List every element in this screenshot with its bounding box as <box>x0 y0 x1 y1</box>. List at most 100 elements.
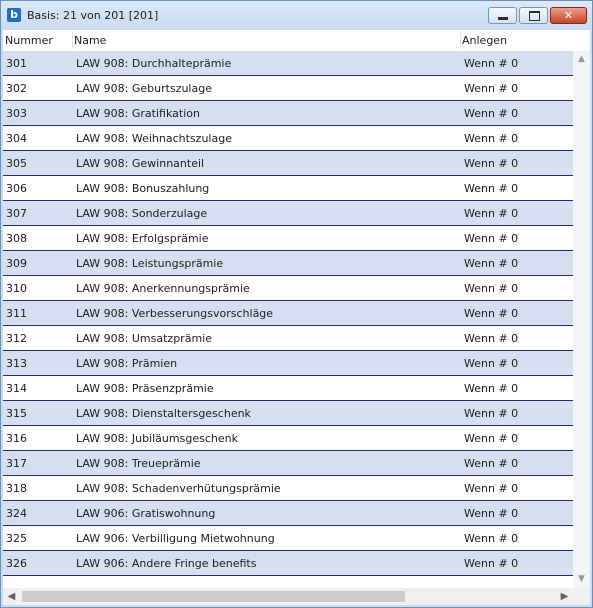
cell-anlegen: Wenn # 0 <box>464 357 519 370</box>
cell-name: LAW 908: Weihnachtszulage <box>76 132 232 145</box>
table-row[interactable]: 306 LAW 908: Bonuszahlung Wenn # 0 <box>3 176 573 201</box>
cell-name: LAW 908: Treueprämie <box>76 457 201 470</box>
column-header-anlegen[interactable]: Anlegen <box>462 34 507 47</box>
cell-name: LAW 908: Präsenzprämie <box>76 382 214 395</box>
cell-nummer: 311 <box>6 307 27 320</box>
cell-nummer: 313 <box>6 357 27 370</box>
cell-anlegen: Wenn # 0 <box>464 382 519 395</box>
horizontal-scrollbar[interactable]: ◀ ▶ <box>3 588 573 605</box>
table-row[interactable]: 311 LAW 908: Verbesserungsvorschläge Wenn … <box>3 301 573 326</box>
cell-name: LAW 908: Jubiläumsgeschenk <box>76 432 238 445</box>
cell-anlegen: Wenn # 0 <box>464 307 519 320</box>
vertical-scrollbar[interactable]: ▲ ▼ <box>573 51 590 588</box>
cell-nummer: 310 <box>6 282 27 295</box>
cell-nummer: 315 <box>6 407 27 420</box>
cell-anlegen: Wenn # 0 <box>464 182 519 195</box>
cell-name: LAW 906: Gratiswohnung <box>76 507 216 520</box>
cell-nummer: 309 <box>6 257 27 270</box>
column-header-name[interactable]: Name <box>74 34 106 47</box>
chevron-down-icon[interactable]: ▼ <box>573 571 590 588</box>
cell-name: LAW 906: Andere Fringe benefits <box>76 557 257 570</box>
table-row[interactable]: 325 LAW 906: Verbilligung Mietwohnung Wenn… <box>3 526 573 551</box>
cell-anlegen: Wenn # 0 <box>464 407 519 420</box>
cell-nummer: 326 <box>6 557 27 570</box>
cell-nummer: 317 <box>6 457 27 470</box>
cell-anlegen: Wenn # 0 <box>464 532 519 545</box>
cell-anlegen: Wenn # 0 <box>464 507 519 520</box>
table-row[interactable]: 305 LAW 908: Gewinnanteil Wenn # 0 <box>3 151 573 176</box>
window-title: Basis: 21 von 201 [201] <box>27 9 159 22</box>
table-row[interactable]: 315 LAW 908: Dienstaltersgeschenk Wenn # 0 <box>3 401 573 426</box>
maximize-icon <box>520 8 547 23</box>
cell-name: LAW 908: Schadenverhütungsprämie <box>76 482 281 495</box>
cell-nummer: 314 <box>6 382 27 395</box>
cell-anlegen: Wenn # 0 <box>464 132 519 145</box>
cell-anlegen: Wenn # 0 <box>464 332 519 345</box>
cell-anlegen: Wenn # 0 <box>464 207 519 220</box>
table-row[interactable]: 312 LAW 908: Umsatzprämie Wenn # 0 <box>3 326 573 351</box>
cell-anlegen: Wenn # 0 <box>464 57 519 70</box>
chevron-left-icon[interactable]: ◀ <box>3 588 20 605</box>
table-row[interactable]: 302 LAW 908: Geburtszulage Wenn # 0 <box>3 76 573 101</box>
cell-anlegen: Wenn # 0 <box>464 82 519 95</box>
table-row[interactable]: 307 LAW 908: Sonderzulage Wenn # 0 <box>3 201 573 226</box>
chevron-up-icon[interactable]: ▲ <box>573 51 590 68</box>
cell-anlegen: Wenn # 0 <box>464 157 519 170</box>
table-row[interactable]: 324 LAW 906: Gratiswohnung Wenn # 0 <box>3 501 573 526</box>
title-bar[interactable]: b Basis: 21 von 201 [201] ✕ <box>1 1 592 30</box>
table-row[interactable]: 314 LAW 908: Präsenzprämie Wenn # 0 <box>3 376 573 401</box>
table-row[interactable]: 304 LAW 908: Weihnachtszulage Wenn # 0 <box>3 126 573 151</box>
cell-name: LAW 908: Anerkennungsprämie <box>76 282 250 295</box>
cell-anlegen: Wenn # 0 <box>464 257 519 270</box>
cell-nummer: 301 <box>6 57 27 70</box>
cell-anlegen: Wenn # 0 <box>464 457 519 470</box>
minimize-button[interactable] <box>488 7 517 24</box>
cell-nummer: 304 <box>6 132 27 145</box>
cell-nummer: 316 <box>6 432 27 445</box>
chevron-right-icon[interactable]: ▶ <box>556 588 573 605</box>
cell-name: LAW 908: Erfolgsprämie <box>76 232 209 245</box>
cell-nummer: 303 <box>6 107 27 120</box>
table-row[interactable]: 317 LAW 908: Treueprämie Wenn # 0 <box>3 451 573 476</box>
list-window: b Basis: 21 von 201 [201] ✕ Nummer Name … <box>0 0 593 608</box>
close-icon: ✕ <box>563 9 574 22</box>
cell-name: LAW 908: Geburtszulage <box>76 82 212 95</box>
horizontal-scroll-thumb[interactable] <box>22 591 405 602</box>
cell-name: LAW 908: Verbesserungsvorschläge <box>76 307 274 320</box>
cell-name: LAW 908: Gratifikation <box>76 107 200 120</box>
cell-name: LAW 908: Umsatzprämie <box>76 332 212 345</box>
close-button[interactable]: ✕ <box>550 7 587 24</box>
cell-nummer: 306 <box>6 182 27 195</box>
table-body: 301 LAW 908: Durchhalteprämie Wenn # 0 302 L… <box>3 51 573 576</box>
table-row[interactable]: 316 LAW 908: Jubiläumsgeschenk Wenn # 0 <box>3 426 573 451</box>
cell-name: LAW 908: Leistungsprämie <box>76 257 224 270</box>
cell-name: LAW 908: Bonuszahlung <box>76 182 210 195</box>
cell-anlegen: Wenn # 0 <box>464 432 519 445</box>
table-row[interactable]: 303 LAW 908: Gratifikation Wenn # 0 <box>3 101 573 126</box>
column-divider[interactable] <box>460 32 461 49</box>
table-row[interactable]: 301 LAW 908: Durchhalteprämie Wenn # 0 <box>3 51 573 76</box>
column-divider[interactable] <box>72 32 73 49</box>
cell-nummer: 324 <box>6 507 27 520</box>
maximize-button[interactable] <box>519 7 548 24</box>
table-row[interactable]: 318 LAW 908: Schadenverhütungsprämie Wenn … <box>3 476 573 501</box>
cell-anlegen: Wenn # 0 <box>464 107 519 120</box>
table-row[interactable]: 308 LAW 908: Erfolgsprämie Wenn # 0 <box>3 226 573 251</box>
cell-anlegen: Wenn # 0 <box>464 482 519 495</box>
table-row[interactable]: 310 LAW 908: Anerkennungsprämie Wenn # 0 <box>3 276 573 301</box>
table-row[interactable]: 309 LAW 908: Leistungsprämie Wenn # 0 <box>3 251 573 276</box>
cell-anlegen: Wenn # 0 <box>464 232 519 245</box>
table-area: Nummer Name Anlegen 301 LAW 908: Durchhal… <box>3 30 590 605</box>
table-header: Nummer Name Anlegen <box>3 30 573 51</box>
cell-nummer: 318 <box>6 482 27 495</box>
table-row[interactable]: 313 LAW 908: Prämien Wenn # 0 <box>3 351 573 376</box>
cell-name: LAW 908: Gewinnanteil <box>76 157 205 170</box>
cell-name: LAW 908: Dienstaltersgeschenk <box>76 407 251 420</box>
table-row[interactable]: 326 LAW 906: Andere Fringe benefits Wenn #… <box>3 551 573 576</box>
column-header-nummer[interactable]: Nummer <box>5 34 53 47</box>
cell-nummer: 302 <box>6 82 27 95</box>
cell-nummer: 308 <box>6 232 27 245</box>
minimize-icon <box>489 8 516 23</box>
cell-nummer: 305 <box>6 157 27 170</box>
cell-name: LAW 908: Sonderzulage <box>76 207 208 220</box>
